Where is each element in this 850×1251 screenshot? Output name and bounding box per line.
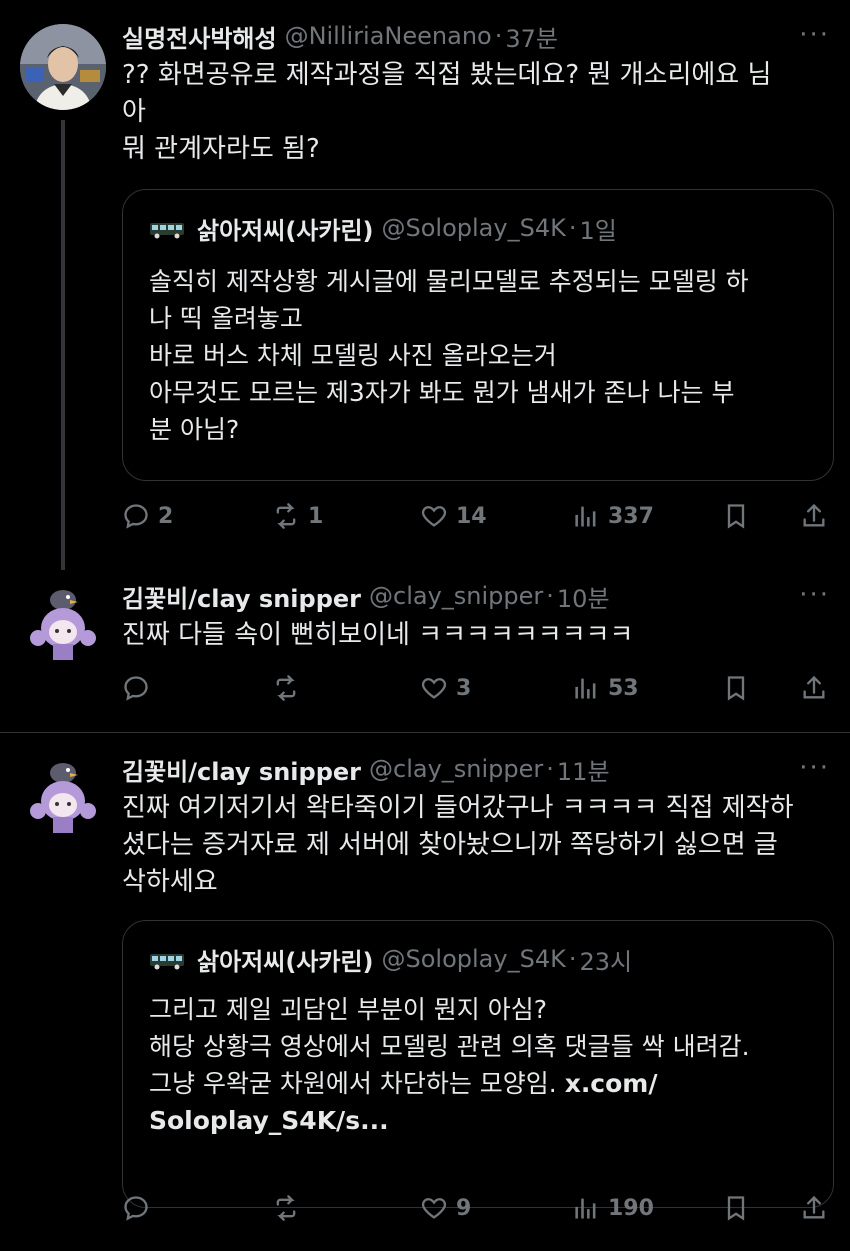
separator-dot: · [568, 214, 577, 242]
quote-header: 삵아저씨(사카린) @Soloplay_S4K · 1일 [149, 210, 617, 246]
avatar[interactable] [20, 24, 106, 110]
display-name[interactable]: 실명전사박해성 [122, 19, 277, 54]
user-handle[interactable]: @clay_snipper [369, 755, 543, 783]
timestamp[interactable]: 10분 [557, 579, 610, 614]
quote-text-body: 그리고 제일 괴담인 부분이 뭔지 아심? 해당 상황극 영상에서 모델링 관련… [149, 995, 750, 1098]
user-handle[interactable]: @NilliriaNeenano [285, 22, 492, 50]
tweet-actions: 2 1 14 337 [122, 496, 832, 536]
reply-button[interactable] [122, 668, 158, 708]
quote-link-part-2[interactable]: Soloplay_S4K/s... [149, 1106, 389, 1135]
quote-user-handle: @Soloplay_S4K [381, 214, 566, 242]
tweet-actions: 3 53 [122, 668, 832, 708]
views-button[interactable]: 190 [572, 1188, 654, 1228]
user-handle[interactable]: @clay_snipper [369, 582, 543, 610]
quote-timestamp: 23시 [579, 947, 633, 976]
view-count: 190 [608, 1195, 654, 1221]
quote-display-name: 삵아저씨(사카린) [197, 947, 374, 976]
character-avatar-icon [20, 753, 106, 839]
separator-dot: · [546, 582, 554, 610]
profile-logo-icon [149, 948, 185, 970]
views-icon [575, 1198, 596, 1219]
share-button[interactable] [800, 1188, 836, 1228]
repost-count: 1 [308, 503, 324, 529]
share-icon [803, 503, 825, 527]
thread-line [61, 120, 65, 570]
quote-text: 그리고 제일 괴담인 부분이 뭔지 아심? 해당 상황극 영상에서 모델링 관련… [149, 991, 813, 1139]
view-count: 337 [608, 503, 654, 529]
repost-icon [276, 503, 296, 529]
like-button[interactable]: 9 [420, 1188, 471, 1228]
repost-button[interactable] [272, 668, 308, 708]
timestamp[interactable]: 37분 [505, 19, 558, 54]
tweet-header: 실명전사박해성 @NilliriaNeenano · 37분 [122, 18, 558, 54]
tweet-text: 진짜 다들 속이 뻔히보이네 ㅋㅋㅋㅋㅋㅋㅋㅋㅋ [122, 620, 634, 650]
tweet-actions: 9 190 [122, 1188, 832, 1228]
bookmark-button[interactable] [722, 1188, 758, 1228]
views-icon [575, 678, 596, 699]
character-avatar-icon [20, 580, 106, 666]
separator-dot: · [546, 755, 554, 783]
bookmark-button[interactable] [722, 668, 758, 708]
reply-icon [124, 1196, 148, 1221]
quote-header: 삵아저씨(사카린) @Soloplay_S4K · 23시 [149, 941, 632, 977]
reply-count: 2 [158, 503, 174, 529]
avatar[interactable] [20, 753, 106, 839]
views-icon [575, 506, 596, 527]
views-button[interactable]: 337 [572, 496, 654, 536]
heart-icon [421, 678, 447, 699]
view-count: 53 [608, 675, 639, 701]
reply-button[interactable] [122, 1188, 158, 1228]
bookmark-button[interactable] [722, 496, 758, 536]
like-count: 3 [456, 675, 472, 701]
tweet-header: 김꽃비/clay snipper @clay_snipper · 11분 [122, 751, 610, 787]
tweet-1[interactable]: 실명전사박해성 @NilliriaNeenano · 37분 ··· ?? 화면… [0, 0, 850, 570]
like-count: 9 [456, 1195, 472, 1221]
share-button[interactable] [800, 496, 836, 536]
repost-icon [276, 675, 296, 701]
quote-link-part-1[interactable]: x.com/ [565, 1069, 658, 1098]
reply-button[interactable]: 2 [122, 496, 173, 536]
profile-logo-icon [149, 217, 185, 239]
display-name[interactable]: 김꽃비/clay snipper [122, 752, 361, 787]
separator-dot: · [494, 22, 503, 50]
reply-icon [124, 504, 148, 529]
more-options-icon[interactable]: ··· [799, 20, 830, 50]
repost-icon [276, 1195, 296, 1221]
quoted-tweet[interactable]: 삵아저씨(사카린) @Soloplay_S4K · 23시 그리고 제일 괴담인… [122, 920, 834, 1208]
bookmark-icon [727, 1196, 745, 1221]
avatar[interactable] [20, 580, 106, 666]
quote-display-name: 삵아저씨(사카린) [197, 216, 374, 245]
quoted-tweet[interactable]: 삵아저씨(사카린) @Soloplay_S4K · 1일 솔직히 제작상황 게시… [122, 189, 834, 481]
repost-button[interactable]: 1 [272, 496, 323, 536]
bookmark-icon [727, 676, 745, 701]
like-button[interactable]: 3 [420, 668, 471, 708]
timestamp[interactable]: 11분 [557, 752, 610, 787]
heart-icon [421, 506, 447, 527]
like-button[interactable]: 14 [420, 496, 487, 536]
share-icon [803, 675, 825, 699]
reply-icon [124, 676, 148, 701]
views-button[interactable]: 53 [572, 668, 639, 708]
repost-button[interactable] [272, 1188, 308, 1228]
display-name[interactable]: 김꽃비/clay snipper [122, 579, 361, 614]
tweet-text: 진짜 여기저기서 왁타죽이기 들어갔구나 ㅋㅋㅋㅋ 직접 제작하 셨다는 증거자… [122, 793, 794, 897]
tweet-3[interactable]: 김꽃비/clay snipper @clay_snipper · 11분 ···… [0, 733, 850, 1251]
user-photo-icon [20, 24, 106, 110]
separator-dot: · [568, 945, 577, 973]
quote-timestamp: 1일 [579, 216, 617, 245]
tweet-2[interactable]: 김꽃비/clay snipper @clay_snipper · 10분 ···… [0, 560, 850, 730]
more-options-icon[interactable]: ··· [799, 753, 830, 783]
tweet-text: ?? 화면공유로 제작과정을 직접 봤는데요? 뭔 개소리에요 님 아 뭐 관계… [122, 60, 772, 164]
quote-text: 솔직히 제작상황 게시글에 물리모델로 추정되는 모델링 하 나 띡 올려놓고 … [149, 267, 749, 444]
tweet-header: 김꽃비/clay snipper @clay_snipper · 10분 [122, 578, 610, 614]
like-count: 14 [456, 503, 487, 529]
share-icon [803, 1195, 825, 1219]
quote-user-handle: @Soloplay_S4K [381, 945, 566, 973]
heart-icon [421, 1198, 447, 1219]
share-button[interactable] [800, 668, 836, 708]
bookmark-icon [727, 504, 745, 529]
more-options-icon[interactable]: ··· [799, 580, 830, 610]
